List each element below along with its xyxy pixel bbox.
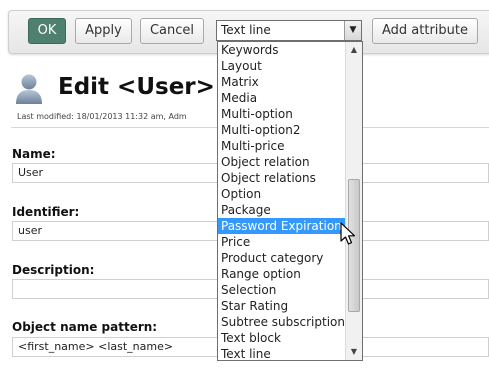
description-label: Description: <box>12 263 95 277</box>
name-label: Name: <box>12 147 56 161</box>
dropdown-option[interactable]: Object relations <box>218 170 346 186</box>
dropdown-option[interactable]: Product category <box>218 250 346 266</box>
cancel-button[interactable]: Cancel <box>140 18 204 44</box>
dropdown-arrow-icon[interactable]: ▼ <box>344 21 361 40</box>
dropdown-scrollbar[interactable]: ▲ ▼ <box>345 42 362 360</box>
apply-button[interactable]: Apply <box>75 18 132 44</box>
dropdown-option[interactable]: Password Expiration <box>218 218 346 234</box>
dropdown-option[interactable]: Text block <box>218 330 346 346</box>
attribute-type-dropdown-list[interactable]: Keywords Layout Matrix Media Multi-option Mul… <box>217 41 363 361</box>
dropdown-option[interactable]: Price <box>218 234 346 250</box>
dropdown-option[interactable]: Multi-option2 <box>218 122 346 138</box>
add-attribute-button[interactable]: Add attribute <box>372 18 478 44</box>
object-name-pattern-label: Object name pattern: <box>12 320 158 334</box>
scroll-down-icon[interactable]: ▼ <box>346 344 362 360</box>
dropdown-option[interactable]: Keywords <box>218 42 346 58</box>
select-value: Text line <box>221 23 271 37</box>
dropdown-option[interactable]: Layout <box>218 58 346 74</box>
dropdown-option[interactable]: Multi-option <box>218 106 346 122</box>
attribute-type-select[interactable]: Text line ▼ <box>216 20 362 41</box>
last-modified-text: Last modified: 18/01/2013 11:32 am, Adm <box>17 112 187 121</box>
dropdown-option[interactable]: Multi-price <box>218 138 346 154</box>
dropdown-option[interactable]: Matrix <box>218 74 346 90</box>
ok-button[interactable]: OK <box>28 18 66 44</box>
dropdown-option[interactable]: Selection <box>218 282 346 298</box>
user-avatar-icon <box>16 74 42 104</box>
mouse-pointer-icon <box>340 222 356 245</box>
dropdown-option[interactable]: Star Rating <box>218 298 346 314</box>
identifier-label: Identifier: <box>12 205 80 219</box>
scroll-up-icon[interactable]: ▲ <box>346 42 362 58</box>
dropdown-option[interactable]: Text line <box>218 346 346 360</box>
dropdown-option[interactable]: Range option <box>218 266 346 282</box>
dropdown-option[interactable]: Package <box>218 202 346 218</box>
dropdown-option[interactable]: Object relation <box>218 154 346 170</box>
dropdown-option[interactable]: Media <box>218 90 346 106</box>
dropdown-option[interactable]: Option <box>218 186 346 202</box>
dropdown-option[interactable]: Subtree subscription <box>218 314 346 330</box>
